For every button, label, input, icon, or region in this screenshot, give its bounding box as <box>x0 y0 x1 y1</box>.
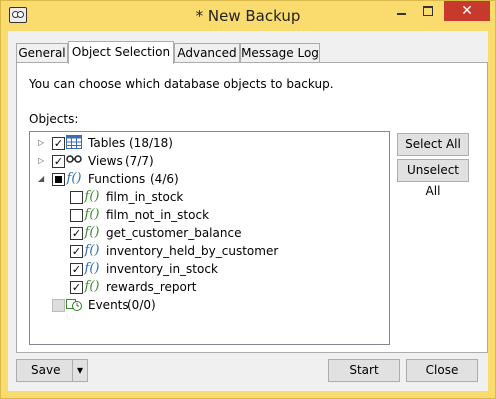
tree-item-label: Functions <box>88 172 146 186</box>
views-checkbox[interactable]: ✓ <box>52 155 65 168</box>
tab-advanced[interactable]: Advanced <box>174 43 240 63</box>
function-checkbox[interactable]: ✓ <box>70 281 83 294</box>
dropdown-arrow-icon: ▾ <box>76 363 84 377</box>
function-icon: f() <box>84 207 100 222</box>
select-all-button[interactable]: Select All <box>397 133 469 156</box>
function-icon: f() <box>84 225 100 240</box>
save-dropdown-button[interactable]: ▾ <box>72 359 88 382</box>
function-icon: f() <box>84 189 100 204</box>
tree-item-count: (4/6) <box>150 172 179 186</box>
function-icon: f() <box>84 243 100 258</box>
objects-label: Objects: <box>29 112 79 126</box>
expand-icon[interactable]: ▷ <box>38 134 48 152</box>
tree-item-label: inventory_held_by_customer <box>106 244 279 258</box>
tree-item-function[interactable]: ✓ f() inventory_held_by_customer <box>30 242 385 260</box>
function-checkbox[interactable] <box>70 209 83 222</box>
close-icon: ✕ <box>461 3 473 19</box>
tree-item-label: get_customer_balance <box>106 226 242 240</box>
function-checkbox[interactable]: ✓ <box>70 263 83 276</box>
tree-item-label: film_not_in_stock <box>106 208 210 222</box>
start-button[interactable]: Start <box>328 359 400 382</box>
tree-item-count: (18/18) <box>129 136 173 150</box>
tree-item-label: film_in_stock <box>106 190 184 204</box>
tree-item-function[interactable]: ✓ f() rewards_report <box>30 278 385 296</box>
tree-item-function[interactable]: f() film_not_in_stock <box>30 206 385 224</box>
tree-item-function[interactable]: f() film_in_stock <box>30 188 385 206</box>
tree-item-label: Events <box>88 298 129 312</box>
event-clock-icon <box>66 297 82 313</box>
collapse-icon[interactable]: ◢ <box>38 170 48 188</box>
backup-window: * New Backup ✕ General Object Selection … <box>0 0 496 399</box>
table-icon <box>66 135 82 151</box>
objects-tree[interactable]: ▷ ✓ Tables (18/18) ▷ ✓ Views (7/7) ◢ f()… <box>29 131 390 345</box>
tab-general[interactable]: General <box>16 43 68 63</box>
function-icon: f() <box>84 261 100 276</box>
glasses-icon <box>66 153 82 169</box>
function-checkbox[interactable] <box>70 191 83 204</box>
events-checkbox <box>52 299 65 312</box>
tab-message-log[interactable]: Message Log <box>240 43 320 63</box>
tables-checkbox[interactable]: ✓ <box>52 137 65 150</box>
tree-item-events[interactable]: Events (0/0) <box>30 296 385 314</box>
function-icon: f() <box>84 279 100 294</box>
tree-item-label: rewards_report <box>106 280 197 294</box>
minimize-button[interactable] <box>388 1 415 21</box>
tab-object-selection[interactable]: Object Selection <box>68 41 174 64</box>
tree-item-count: (7/7) <box>125 154 154 168</box>
object-selection-panel: You can choose which database objects to… <box>16 62 488 353</box>
tree-item-functions[interactable]: ◢ f() Functions (4/6) <box>30 170 385 188</box>
maximize-button[interactable] <box>415 1 441 21</box>
tree-item-function[interactable]: ✓ f() inventory_in_stock <box>30 260 385 278</box>
dialog-button-bar: Save ▾ Start Close <box>8 354 488 390</box>
tree-item-tables[interactable]: ▷ ✓ Tables (18/18) <box>30 134 385 152</box>
tree-item-label: Tables <box>88 136 126 150</box>
title-bar[interactable]: * New Backup ✕ <box>1 1 495 31</box>
function-icon: f() <box>66 171 82 186</box>
tree-item-views[interactable]: ▷ ✓ Views (7/7) <box>30 152 385 170</box>
functions-checkbox[interactable] <box>52 173 65 186</box>
close-button[interactable]: Close <box>406 359 478 382</box>
client-area: General Object Selection Advanced Messag… <box>8 31 488 391</box>
panel-description: You can choose which database objects to… <box>29 77 334 91</box>
function-checkbox[interactable]: ✓ <box>70 245 83 258</box>
tree-item-label: inventory_in_stock <box>106 262 218 276</box>
tree-item-count: (0/0) <box>127 298 156 312</box>
tree-item-label: Views <box>88 154 123 168</box>
tree-item-function[interactable]: ✓ f() get_customer_balance <box>30 224 385 242</box>
close-window-button[interactable]: ✕ <box>444 1 490 21</box>
unselect-all-button[interactable]: Unselect All <box>397 159 469 198</box>
function-checkbox[interactable]: ✓ <box>70 227 83 240</box>
expand-icon[interactable]: ▷ <box>38 152 48 170</box>
